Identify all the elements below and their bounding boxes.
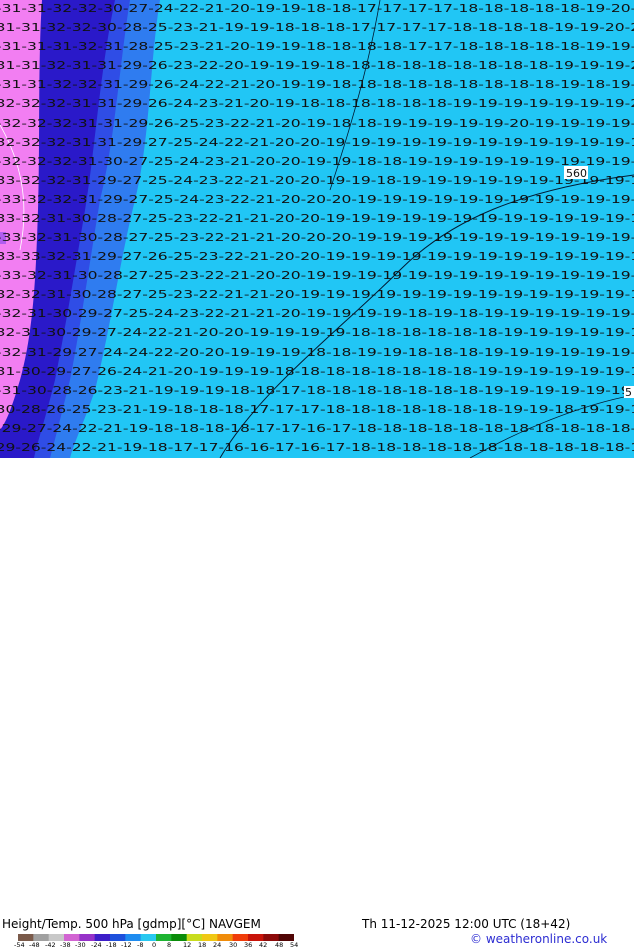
color-scale-tick: -12 <box>121 941 132 949</box>
temperature-row: -31-31-32-32-30-28-25-23-21-19-19-18-18-… <box>0 21 634 34</box>
color-scale-swatch <box>278 934 294 941</box>
temperature-row: -33-32-32-31-29-27-25-24-23-22-21-20-20-… <box>0 193 634 206</box>
temperature-row: -30-28-26-25-23-21-19-18-18-18-17-17-17-… <box>0 403 634 416</box>
color-scale-tick: -24 <box>91 941 102 949</box>
color-scale-swatch <box>33 934 50 941</box>
temperature-row: -33-32-32-31-29-27-25-24-23-22-21-20-20-… <box>0 174 634 187</box>
color-scale-swatch <box>18 934 34 941</box>
temperature-row: -32-32-32-31-31-29-27-25-24-22-21-20-20-… <box>0 136 634 149</box>
temperature-row: -32-31-29-27-24-24-22-20-20-19-19-19-18-… <box>0 346 634 359</box>
color-scale-swatch <box>232 934 249 941</box>
color-scale-tick: -30 <box>75 941 86 949</box>
color-scale-tick: -8 <box>137 941 144 949</box>
color-scale-swatch <box>64 934 80 941</box>
temperature-field: -31-31-32-32-30-27-24-22-21-20-19-19-18-… <box>0 0 634 458</box>
color-scale-tick: 54 <box>290 941 299 949</box>
contour-label-right: 5 <box>625 386 632 399</box>
color-scale-swatch <box>79 934 96 941</box>
color-scale-swatch <box>202 934 218 941</box>
temperature-row: -31-31-32-32-30-27-24-22-21-20-19-19-18-… <box>0 2 634 15</box>
color-scale-swatch <box>140 934 157 941</box>
color-scale-swatch <box>248 934 264 941</box>
color-scale-tick: 18 <box>198 941 207 949</box>
color-scale-swatch <box>110 934 126 941</box>
color-scale-tick: 24 <box>213 941 222 949</box>
temperature-row: -32-32-32-31-30-27-25-24-23-21-20-20-19-… <box>0 155 634 168</box>
temperature-row: -31-30-28-26-23-21-19-19-19-18-18-17-18-… <box>0 384 634 397</box>
color-scale-swatch <box>94 934 111 941</box>
color-scale-tick: -18 <box>106 941 117 949</box>
temperature-row: -33-33-32-31-29-27-26-25-23-22-21-20-20-… <box>0 250 634 263</box>
color-scale-swatch <box>263 934 280 941</box>
color-scale-tick: 30 <box>229 941 238 949</box>
color-scale-bar <box>18 934 294 941</box>
temperature-row: -29-26-24-22-21-19-18-17-17-16-16-17-16-… <box>0 441 634 454</box>
color-scale-tick: 12 <box>183 941 192 949</box>
temperature-row: -32-32-32-31-31-29-26-24-23-21-20-19-18-… <box>0 97 634 110</box>
map-datetime: Th 11-12-2025 12:00 UTC (18+42) <box>362 917 571 931</box>
color-scale-tick: -48 <box>29 941 40 949</box>
color-scale-tick: 48 <box>275 941 284 949</box>
temperature-row: -32-31-30-29-27-24-22-21-20-20-19-19-19-… <box>0 326 634 339</box>
temperature-row: -31-30-29-27-26-24-21-20-19-19-19-18-18-… <box>0 365 634 378</box>
temperature-row: -32-32-31-30-28-27-25-23-22-21-21-20-19-… <box>0 288 634 301</box>
temperature-row: -31-31-32-31-31-29-26-23-22-20-19-19-19-… <box>0 59 634 72</box>
color-scale-tick: 36 <box>244 941 253 949</box>
color-scale-tick: -54 <box>14 941 25 949</box>
temperature-row: -31-31-32-32-31-29-26-24-22-21-20-19-19-… <box>0 78 634 91</box>
color-scale-swatch <box>217 934 234 941</box>
copyright-link[interactable]: © weatheronline.co.uk <box>470 932 607 946</box>
color-scale-tick: 42 <box>259 941 268 949</box>
weather-map: -31-31-32-32-30-27-24-22-21-20-19-19-18-… <box>0 0 634 458</box>
color-scale-swatch <box>125 934 142 941</box>
color-scale-tick: 8 <box>167 941 172 949</box>
temperature-row: -31-31-31-32-31-28-25-23-21-20-19-19-18-… <box>0 40 634 53</box>
color-scale-swatch <box>171 934 188 941</box>
color-scale-swatch <box>48 934 65 941</box>
color-scale-tick: -42 <box>45 941 56 949</box>
temperature-row: -33-32-31-30-28-27-25-23-22-21-20-20-19-… <box>0 269 634 282</box>
color-scale-swatch <box>186 934 203 941</box>
color-scale-tick: 0 <box>152 941 157 949</box>
temperature-row: -33-32-31-30-28-27-25-23-22-21-21-20-20-… <box>0 231 634 244</box>
temperature-row: -32-31-30-29-27-25-24-23-22-21-21-20-19-… <box>0 307 634 320</box>
map-title: Height/Temp. 500 hPa [gdmp][°C] NAVGEM <box>2 917 261 931</box>
contour-label-560: 560 <box>566 167 587 180</box>
color-scale-tick: -38 <box>60 941 71 949</box>
color-scale-swatch <box>156 934 172 941</box>
map-footer: Height/Temp. 500 hPa [gdmp][°C] NAVGEM T… <box>0 458 634 949</box>
temperature-row: -29-27-24-22-21-19-18-18-18-18-17-17-16-… <box>0 422 634 435</box>
temperature-row: -32-32-32-31-31-29-26-25-23-22-21-20-19-… <box>0 117 634 130</box>
temperature-row: -33-32-31-30-28-27-25-23-22-21-21-20-20-… <box>0 212 634 225</box>
